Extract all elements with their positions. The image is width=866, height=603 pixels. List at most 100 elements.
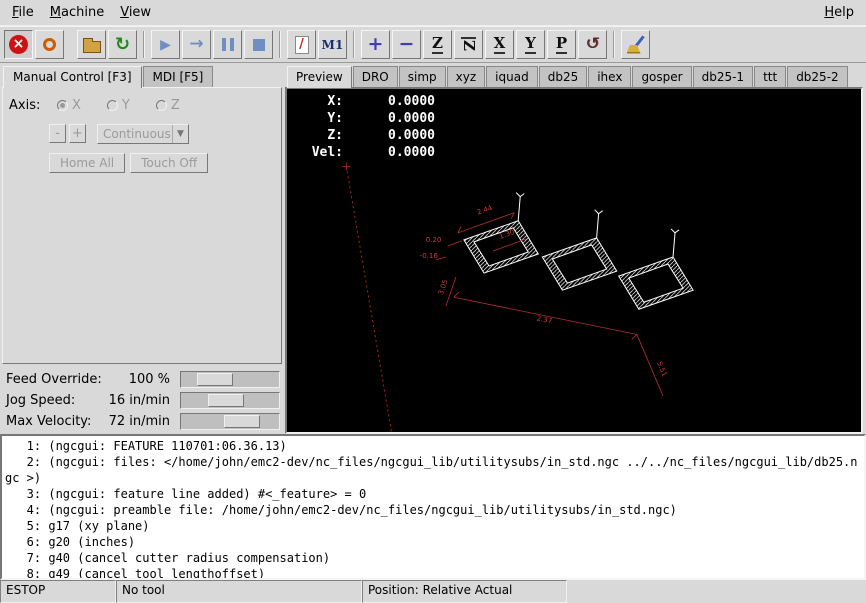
block-delete-icon: / <box>295 36 309 54</box>
status-filler <box>567 580 866 603</box>
dim-label: 2.44 <box>476 203 494 217</box>
readout-y-value: 0.0000 <box>343 111 435 128</box>
reload-icon: ↻ <box>115 36 130 54</box>
jog-mode-value: Continuous <box>103 127 171 141</box>
origin-marker <box>342 162 350 170</box>
tab-mdi[interactable]: MDI [F5] <box>143 66 214 87</box>
slider-thumb[interactable] <box>224 415 260 428</box>
tab-simp[interactable]: simp <box>399 66 446 87</box>
slider-thumb[interactable] <box>197 373 233 386</box>
tab-db25-1[interactable]: db25-1 <box>693 66 753 87</box>
menu-file[interactable]: File <box>4 2 42 23</box>
step-button[interactable]: → <box>182 30 211 59</box>
clear-plot-button[interactable] <box>621 30 650 59</box>
tab-db25-2[interactable]: db25-2 <box>787 66 847 87</box>
gcode-listing-panel[interactable]: 1: (ngcgui: FEATURE 110701:06.36.13) 2: … <box>0 434 866 580</box>
jog-speed-slider[interactable] <box>180 392 280 409</box>
estop-icon: × <box>9 35 28 54</box>
main-area: Manual Control [F3] MDI [F5] Axis: X Y <box>0 63 866 434</box>
axis-z-label: Z <box>171 98 180 113</box>
touch-off-button[interactable]: Touch Off <box>130 153 208 173</box>
step-icon: → <box>189 36 203 53</box>
statusbar: ESTOP No tool Position: Relative Actual <box>0 580 866 603</box>
feed-override-slider[interactable] <box>180 371 280 388</box>
view-perspective-button[interactable]: P <box>547 30 576 59</box>
view-x-button[interactable]: X <box>485 30 514 59</box>
home-all-button[interactable]: Home All <box>49 153 125 173</box>
menu-view[interactable]: View <box>112 2 159 23</box>
open-file-button[interactable] <box>77 30 106 59</box>
run-button[interactable]: ▶ <box>151 30 180 59</box>
power-icon <box>43 38 56 51</box>
tab-dro[interactable]: DRO <box>353 66 398 87</box>
axis-y-radio[interactable]: Y <box>107 98 130 113</box>
zoom-out-button[interactable]: − <box>392 30 421 59</box>
slider-thumb[interactable] <box>208 394 244 407</box>
jog-minus-button[interactable]: - <box>49 124 66 143</box>
entry-move-3 <box>671 229 679 257</box>
view-x-icon: X <box>494 36 506 54</box>
tab-xyz[interactable]: xyz <box>447 66 486 87</box>
tab-gosper[interactable]: gosper <box>632 66 691 87</box>
tab-ttt[interactable]: ttt <box>754 66 786 87</box>
readout-x-value: 0.0000 <box>343 94 435 111</box>
stop-button[interactable] <box>244 30 273 59</box>
tab-iquad[interactable]: iquad <box>486 66 538 87</box>
menu-help[interactable]: Help <box>816 2 862 23</box>
machine-power-button[interactable] <box>35 30 64 59</box>
machine-limits-line <box>346 166 391 432</box>
jog-plus-button[interactable]: + <box>69 124 86 143</box>
rotate-view-button[interactable]: ↺ <box>578 30 607 59</box>
toolbar-separator <box>279 31 281 58</box>
left-panel: Manual Control [F3] MDI [F5] Axis: X Y <box>0 63 284 434</box>
tab-ihex[interactable]: ihex <box>588 66 631 87</box>
max-velocity-slider[interactable] <box>180 413 280 430</box>
readout-x-row: X: 0.0000 <box>299 94 435 111</box>
preview-panel: PreviewDROsimpxyziquaddb25ihexgosperdb25… <box>284 63 866 434</box>
block-delete-toggle[interactable]: / <box>287 30 316 59</box>
menu-machine[interactable]: Machine <box>42 2 112 23</box>
axis-x-label: X <box>72 98 81 113</box>
readout-y-row: Y: 0.0000 <box>299 111 435 128</box>
feed-override-label: Feed Override: <box>6 372 106 387</box>
toolpath-pocket-2 <box>542 238 616 290</box>
tab-preview[interactable]: Preview <box>287 66 352 88</box>
view-z-rotated-icon: Z <box>461 37 476 52</box>
view-y-icon: Y <box>525 36 536 54</box>
jog-row: - + Continuous ▼ <box>49 124 275 144</box>
toolbar-separator <box>353 31 355 58</box>
dim-label: 2.37 <box>536 313 553 325</box>
pause-button[interactable] <box>213 30 242 59</box>
estop-button[interactable]: × <box>4 30 33 59</box>
readout-vel-label: Vel: <box>299 145 343 162</box>
tab-db25[interactable]: db25 <box>539 66 588 87</box>
reload-button[interactable]: ↻ <box>108 30 137 59</box>
axis-row: Axis: X Y Z <box>9 96 275 116</box>
radio-icon <box>107 100 118 111</box>
stop-icon <box>253 39 265 51</box>
readout-vel-value: 0.0000 <box>343 145 435 162</box>
preview-canvas[interactable]: 2.44 1.30 0.20 -0.16 3.05 2.37 5.51 X: 0… <box>285 87 863 434</box>
tab-manual-control[interactable]: Manual Control [F3] <box>3 66 142 88</box>
max-velocity-label: Max Velocity: <box>6 414 106 429</box>
optional-stop-toggle[interactable]: M1 <box>318 30 347 59</box>
jog-speed-row: Jog Speed: 16 in/min <box>6 390 280 411</box>
feed-override-row: Feed Override: 100 % <box>6 369 280 390</box>
home-row: Home All Touch Off <box>49 153 275 173</box>
zoom-in-button[interactable]: + <box>361 30 390 59</box>
jog-mode-combobox[interactable]: Continuous ▼ <box>97 124 189 144</box>
jog-speed-value: 16 in/min <box>106 393 170 408</box>
view-y-button[interactable]: Y <box>516 30 545 59</box>
optional-stop-icon: M1 <box>322 38 344 52</box>
toolpath-pocket-1 <box>464 221 538 273</box>
preview-tab-bar: PreviewDROsimpxyziquaddb25ihexgosperdb25… <box>285 63 863 87</box>
view-z-button[interactable]: Z <box>423 30 452 59</box>
combobox-arrow-icon[interactable]: ▼ <box>172 125 188 143</box>
axis-z-radio[interactable]: Z <box>156 98 180 113</box>
status-tool: No tool <box>116 580 362 603</box>
pause-icon <box>222 38 234 51</box>
axis-x-radio[interactable]: X <box>57 98 81 113</box>
position-readout: X: 0.0000 Y: 0.0000 Z: 0.0000 Vel: 0.000… <box>299 94 435 162</box>
view-z-rotated-button[interactable]: Z <box>454 30 483 59</box>
gcode-text[interactable]: 1: (ngcgui: FEATURE 110701:06.36.13) 2: … <box>2 436 864 580</box>
